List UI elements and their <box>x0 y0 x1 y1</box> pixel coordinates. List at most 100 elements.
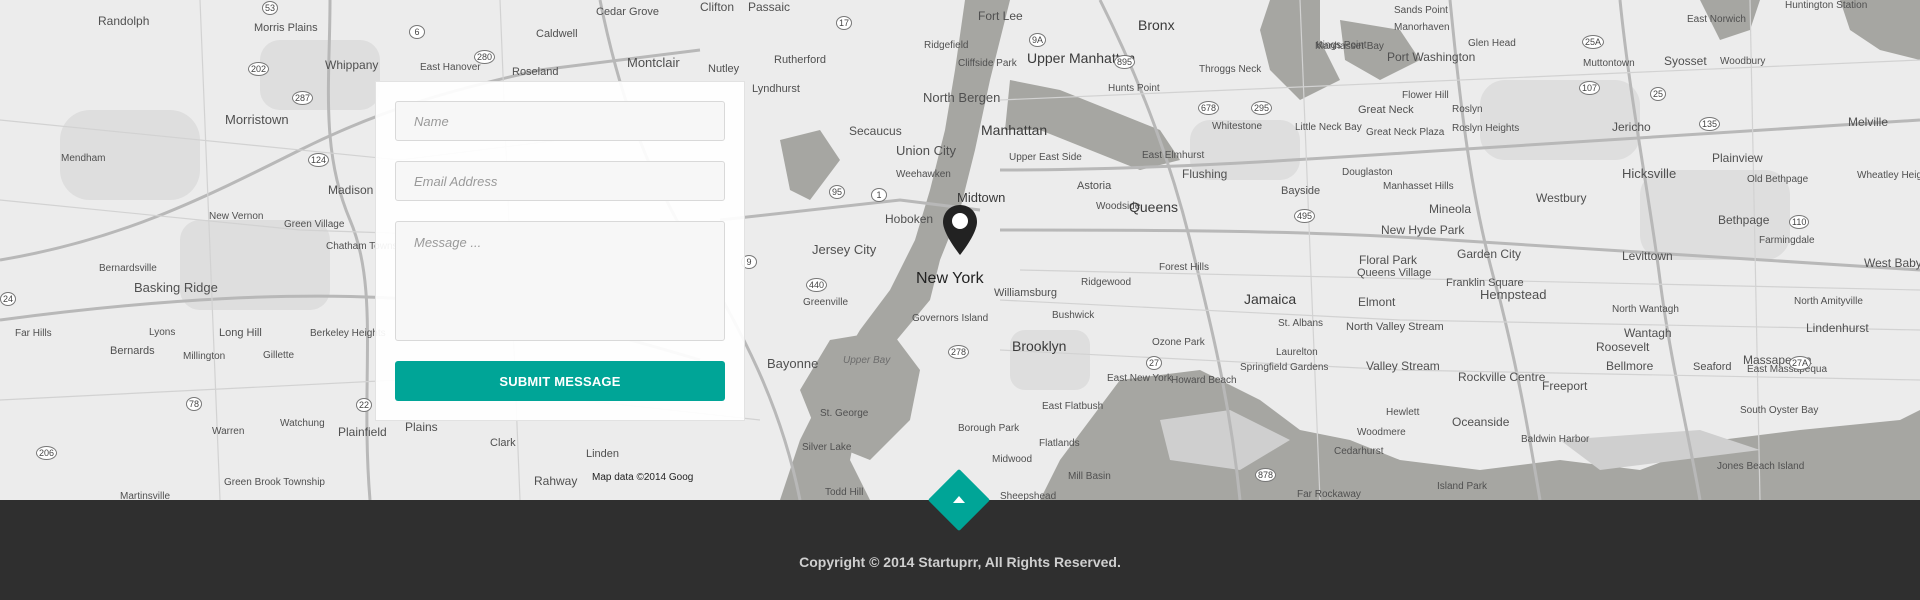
map-label: Muttontown <box>1583 58 1635 69</box>
map-label: Clifton <box>700 0 735 14</box>
email-input[interactable] <box>395 161 725 201</box>
map-label: Watchung <box>280 418 325 429</box>
map-label: Cedarhurst <box>1334 446 1384 457</box>
map-label: Freeport <box>1542 379 1588 393</box>
map-label: Borough Park <box>958 423 1020 434</box>
map-label: Mill Basin <box>1068 471 1111 482</box>
map-label: Union City <box>896 143 956 158</box>
map-label: Island Park <box>1437 481 1488 492</box>
map-label: Manhattan <box>981 122 1048 138</box>
route-shield: 440 <box>806 278 828 292</box>
map-label: Astoria <box>1077 180 1112 192</box>
map-label: Garden City <box>1457 247 1522 261</box>
map-attribution[interactable]: Map data ©2014 Goog <box>592 472 693 483</box>
route-shield: 878 <box>1255 468 1277 482</box>
map-section[interactable]: Randolph Morris Plains Caldwell Cedar Gr… <box>0 0 1920 500</box>
map-label: Levittown <box>1622 249 1673 263</box>
route-shield: 27 <box>1146 356 1163 370</box>
map-label: Hunts Point <box>1108 83 1160 94</box>
map-label: Rahway <box>534 474 578 488</box>
map-label: Elmont <box>1358 295 1396 309</box>
map-label: South Oyster Bay <box>1740 405 1819 416</box>
route-shield: 27A <box>1789 356 1812 370</box>
route-shield: 107 <box>1579 81 1601 95</box>
map-label: Whippany <box>325 58 379 72</box>
map-label: Bushwick <box>1052 310 1095 321</box>
map-label: Bellmore <box>1606 359 1654 373</box>
route-shield: 24 <box>0 292 17 306</box>
map-label: Jones Beach Island <box>1717 461 1805 472</box>
map-label: Hoboken <box>885 212 934 226</box>
map-marker-icon[interactable] <box>942 204 978 256</box>
map-label: Cliffside Park <box>958 58 1017 69</box>
route-shield: 6 <box>409 25 425 39</box>
map-label: Bronx <box>1138 17 1175 33</box>
map-label: Ridgewood <box>1081 277 1132 288</box>
map-label: Kings Point <box>1316 40 1367 51</box>
route-shield: 78 <box>186 397 203 411</box>
map-label: Woodmere <box>1357 427 1406 438</box>
map-label: Manorhaven <box>1394 22 1450 33</box>
map-label: Flushing <box>1182 167 1228 181</box>
map-label: Wheatley Heights <box>1857 170 1920 181</box>
map-label: Silver Lake <box>802 442 852 453</box>
map-label: Rockville Centre <box>1458 370 1546 384</box>
map-label: Todd Hill <box>825 487 864 498</box>
map-label: Roslyn <box>1452 104 1483 115</box>
map-label: Hewlett <box>1386 407 1420 418</box>
map-label: Springfield Gardens <box>1240 362 1329 373</box>
map-label: Seaford <box>1693 361 1732 373</box>
map-label: St. George <box>820 408 869 419</box>
map-label: Weehawken <box>896 169 951 180</box>
map-label: Bayonne <box>767 356 819 371</box>
map-label: Morristown <box>225 112 289 127</box>
message-textarea[interactable] <box>395 221 725 341</box>
map-label: Plainfield <box>338 425 387 439</box>
map-label: Roslyn Heights <box>1452 123 1520 134</box>
map-label: Jericho <box>1612 120 1651 134</box>
map-label: Laurelton <box>1276 347 1318 358</box>
map-label: St. Albans <box>1278 318 1324 329</box>
map-label: Far Hills <box>15 328 52 339</box>
copyright-text: Copyright © 2014 Startuprr, All Rights R… <box>799 554 1121 570</box>
map-label: Baldwin Harbor <box>1521 434 1590 445</box>
map-label: Sheepshead <box>1000 491 1057 500</box>
map-label: Port Washington <box>1387 50 1476 64</box>
map-label: Passaic <box>748 0 791 14</box>
map-label: Great Neck Plaza <box>1366 127 1445 138</box>
map-label: Old Bethpage <box>1747 174 1809 185</box>
arrow-up-icon[interactable] <box>953 496 965 503</box>
map-label: Douglaston <box>1342 167 1393 178</box>
map-label: Sands Point <box>1394 5 1448 16</box>
route-shield: 25 <box>1650 87 1667 101</box>
map-label: Midwood <box>992 454 1033 465</box>
map-label: New Hyde Park <box>1381 223 1465 237</box>
map-label: Williamsburg <box>994 287 1057 299</box>
map-label: Upper East Side <box>1009 152 1082 163</box>
map-label: Green Brook Township <box>224 477 325 488</box>
map-label: Farmingdale <box>1759 235 1815 246</box>
map-label: North Valley Stream <box>1346 321 1444 333</box>
map-label: Howard Beach <box>1171 375 1237 386</box>
name-input[interactable] <box>395 101 725 141</box>
map-label: Melville <box>1848 115 1889 129</box>
map-label: Caldwell <box>536 28 578 40</box>
map-label: Brooklyn <box>1012 338 1067 354</box>
map-label: Lyndhurst <box>752 83 800 95</box>
map-label: Huntington Station <box>1785 0 1868 11</box>
route-shield: 278 <box>948 345 970 359</box>
route-shield: 95 <box>829 185 846 199</box>
map-label: Midtown <box>957 190 1006 205</box>
map-label: Manhasset Hills <box>1383 181 1454 192</box>
map-label: Flatlands <box>1039 438 1080 449</box>
submit-message-button[interactable]: SUBMIT MESSAGE <box>395 361 725 401</box>
map-marker-label: New York <box>916 270 984 287</box>
route-shield: 22 <box>356 398 373 412</box>
route-shield: 678 <box>1198 101 1220 115</box>
map-label: Bernardsville <box>99 263 157 274</box>
map-label: Long Hill <box>219 327 262 339</box>
map-label: Queens Village <box>1357 267 1432 279</box>
map-label: Millington <box>183 351 226 362</box>
map-label: Flower Hill <box>1402 90 1449 101</box>
route-shield: 895 <box>1114 55 1136 69</box>
